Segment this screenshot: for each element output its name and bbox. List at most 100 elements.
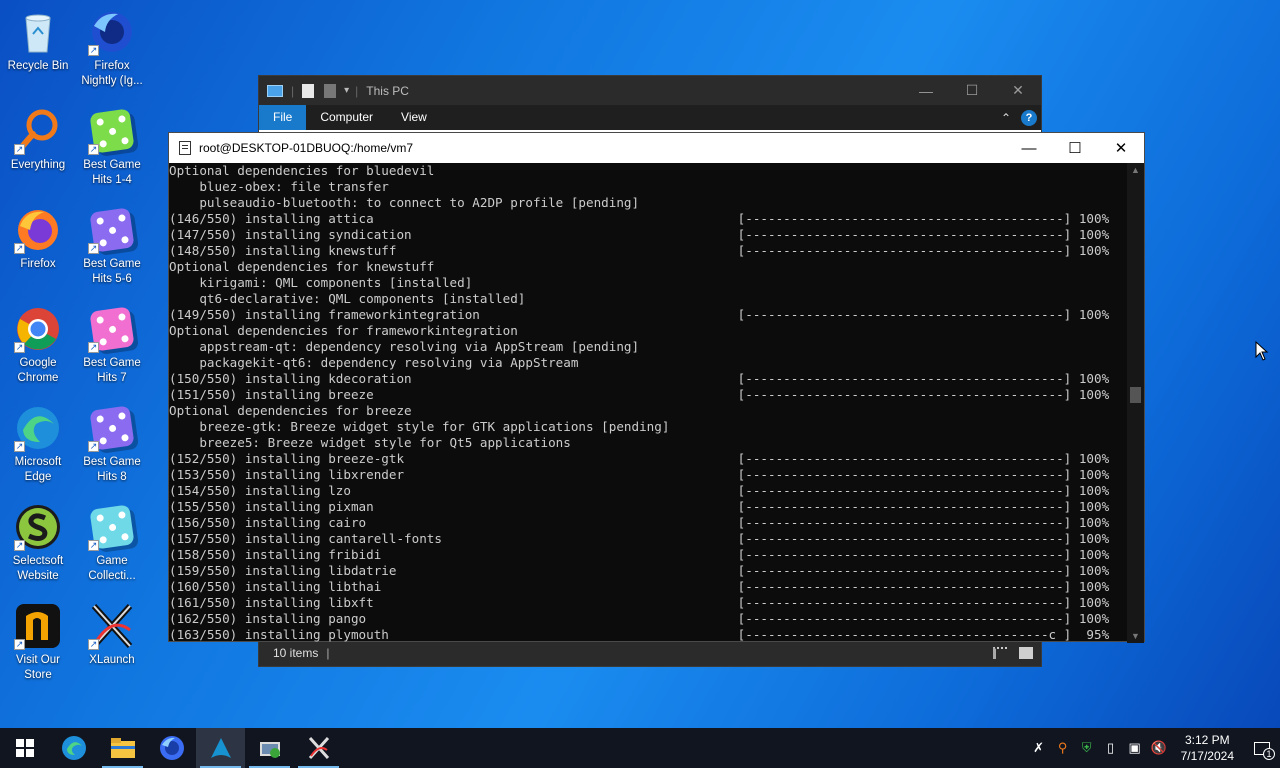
selectsoft-icon: ↗ bbox=[14, 503, 62, 551]
terminal-output[interactable]: Optional dependencies for bluedevil blue… bbox=[169, 163, 1129, 643]
terminal-title: root@DESKTOP-01DBUOQ:/home/vm7 bbox=[199, 141, 414, 155]
start-button[interactable] bbox=[0, 728, 49, 768]
terminal-line: (158/550) installing fribidi [----------… bbox=[169, 547, 1110, 562]
large-icons-view-icon[interactable] bbox=[1019, 647, 1033, 659]
desktop-shortcut[interactable]: ↗ Everything bbox=[0, 103, 76, 195]
firefox-nightly-icon: ↗ bbox=[88, 8, 136, 56]
volume-muted-icon[interactable]: 🔇 bbox=[1147, 728, 1171, 768]
desktop-shortcut[interactable]: ↗ Game Collecti... bbox=[74, 499, 150, 591]
notification-count: 1 bbox=[1263, 748, 1275, 760]
terminal-line: (151/550) installing breeze [-----------… bbox=[169, 387, 1110, 402]
desktop-icon-label: XLaunch bbox=[89, 654, 135, 666]
scrollbar-thumb[interactable] bbox=[1130, 387, 1141, 403]
chrome-icon: ↗ bbox=[14, 305, 62, 353]
item-count: 10 items bbox=[273, 646, 319, 660]
desktop-shortcut[interactable]: ↗ Best Game Hits 5-6 bbox=[74, 202, 150, 294]
desktop-shortcut[interactable]: ↗ Microsoft Edge bbox=[0, 400, 76, 492]
taskbar-xlaunch[interactable] bbox=[294, 728, 343, 768]
minimize-button[interactable]: — bbox=[903, 76, 949, 105]
maximize-button[interactable]: ☐ bbox=[949, 76, 995, 105]
tab-computer[interactable]: Computer bbox=[306, 105, 387, 130]
terminal-line: (155/550) installing pixman [-----------… bbox=[169, 499, 1110, 514]
terminal-line: (157/550) installing cantarell-fonts [--… bbox=[169, 531, 1110, 546]
recycle-bin-icon bbox=[14, 8, 62, 56]
network-icon[interactable]: ▣ bbox=[1123, 728, 1147, 768]
maximize-button[interactable]: ☐ bbox=[1052, 133, 1098, 163]
terminal-line: (153/550) installing libxrender [-------… bbox=[169, 467, 1110, 482]
terminal-titlebar[interactable]: root@DESKTOP-01DBUOQ:/home/vm7 — ☐ ✕ bbox=[169, 133, 1144, 163]
help-icon[interactable]: ? bbox=[1021, 109, 1037, 126]
xlaunch-icon bbox=[308, 736, 329, 760]
terminal-line: (147/550) installing syndication [------… bbox=[169, 227, 1110, 242]
collapse-ribbon-icon[interactable]: ⌃ bbox=[1001, 111, 1011, 125]
terminal-app-icon bbox=[179, 141, 191, 155]
desktop-shortcut[interactable]: ↗ Firefox bbox=[0, 202, 76, 294]
desktop-icon-label: Best Game Hits 5-6 bbox=[83, 258, 141, 285]
desktop-shortcut[interactable]: ↗ Best Game Hits 7 bbox=[74, 301, 150, 393]
explorer-titlebar[interactable]: | ▾ | This PC — ☐ ✕ bbox=[259, 76, 1041, 105]
explorer-statusbar: 10 items | bbox=[259, 640, 1041, 666]
terminal-line: packagekit-qt6: dependency resolving via… bbox=[169, 355, 579, 370]
scroll-up-icon[interactable]: ▲ bbox=[1127, 165, 1144, 175]
arch-terminal-icon bbox=[210, 738, 231, 758]
terminal-line: kirigami: QML components [installed] bbox=[169, 275, 473, 290]
close-button[interactable]: ✕ bbox=[1098, 133, 1144, 163]
desktop-shortcut[interactable]: ↗ Visit Our Store bbox=[0, 598, 76, 690]
firefox-icon: ↗ bbox=[14, 206, 62, 254]
clock[interactable]: 3:12 PM 7/17/2024 bbox=[1181, 732, 1234, 764]
store-icon: ↗ bbox=[14, 602, 62, 650]
file-explorer-icon bbox=[110, 738, 135, 758]
terminal-line: (152/550) installing breeze-gtk [-------… bbox=[169, 451, 1110, 466]
desktop-shortcut[interactable]: Recycle Bin bbox=[0, 4, 76, 96]
terminal-line: (160/550) installing libthai [----------… bbox=[169, 579, 1110, 594]
defender-shield-icon[interactable]: ⛨ bbox=[1075, 728, 1099, 768]
desktop-icon-label: Google Chrome bbox=[17, 357, 59, 384]
desktop-icon-label: Firefox Nightly (Ig... bbox=[81, 60, 143, 87]
desktop-icon-label: Best Game Hits 7 bbox=[83, 357, 141, 384]
clock-time: 3:12 PM bbox=[1184, 733, 1230, 747]
usb-device-icon[interactable]: ▯ bbox=[1099, 728, 1123, 768]
close-button[interactable]: ✕ bbox=[995, 76, 1041, 105]
terminal-line: (148/550) installing knewstuff [--------… bbox=[169, 243, 1110, 258]
taskbar: ✗ ⚲ ⛨ ▯ ▣ 🔇 3:12 PM 7/17/2024 1 bbox=[0, 728, 1280, 768]
desktop-shortcut[interactable]: ↗ XLaunch bbox=[74, 598, 150, 690]
taskbar-file-explorer[interactable] bbox=[98, 728, 147, 768]
taskbar-computer-management[interactable] bbox=[245, 728, 294, 768]
details-view-icon[interactable] bbox=[993, 647, 1007, 659]
everything-tray-icon[interactable]: ⚲ bbox=[1051, 728, 1075, 768]
taskbar-firefox[interactable] bbox=[147, 728, 196, 768]
desktop-shortcut[interactable]: ↗ Best Game Hits 1-4 bbox=[74, 103, 150, 195]
desktop-shortcut[interactable]: ↗ Best Game Hits 8 bbox=[74, 400, 150, 492]
terminal-line: (161/550) installing libxft [-----------… bbox=[169, 595, 1110, 610]
desktop-shortcut[interactable]: ↗ Firefox Nightly (Ig... bbox=[74, 4, 150, 96]
tab-view[interactable]: View bbox=[387, 105, 441, 130]
properties-icon[interactable] bbox=[302, 83, 315, 98]
desktop-shortcut[interactable]: ↗ Google Chrome bbox=[0, 301, 76, 393]
minimize-button[interactable]: — bbox=[1006, 133, 1052, 163]
terminal-line: Optional dependencies for breeze bbox=[169, 403, 412, 418]
notification-center-icon[interactable]: 1 bbox=[1244, 728, 1280, 768]
desktop-icon-label: Recycle Bin bbox=[7, 60, 69, 72]
edge-icon bbox=[61, 736, 86, 760]
terminal-line: (159/550) installing libdatrie [--------… bbox=[169, 563, 1110, 578]
terminal-line: bluez-obex: file transfer bbox=[169, 179, 389, 194]
separator: | bbox=[291, 83, 295, 98]
terminal-window[interactable]: root@DESKTOP-01DBUOQ:/home/vm7 — ☐ ✕ Opt… bbox=[168, 132, 1145, 643]
separator: | bbox=[326, 646, 330, 660]
tab-file[interactable]: File bbox=[259, 105, 307, 130]
desktop-icon-label: Game Collecti... bbox=[88, 555, 136, 582]
terminal-line: (163/550) installing plymouth [---------… bbox=[169, 627, 1110, 642]
terminal-scrollbar[interactable]: ▲ ▼ bbox=[1127, 163, 1144, 643]
xlaunch-tray-icon[interactable]: ✗ bbox=[1027, 728, 1051, 768]
taskbar-edge[interactable] bbox=[49, 728, 98, 768]
system-tray: ✗ ⚲ ⛨ ▯ ▣ 🔇 3:12 PM 7/17/2024 1 bbox=[1027, 728, 1280, 768]
desktop-shortcut[interactable]: ↗ Selectsoft Website bbox=[0, 499, 76, 591]
terminal-line: (150/550) installing kdecoration [------… bbox=[169, 371, 1110, 386]
new-folder-icon[interactable] bbox=[324, 83, 337, 98]
separator: | bbox=[355, 83, 359, 98]
taskbar-arch-terminal[interactable] bbox=[196, 728, 245, 768]
computer-management-icon bbox=[259, 742, 280, 758]
dice-icon: ↗ bbox=[88, 305, 136, 353]
scroll-down-icon[interactable]: ▼ bbox=[1127, 631, 1144, 641]
quick-access-dropdown-icon[interactable]: ▾ bbox=[344, 85, 349, 96]
